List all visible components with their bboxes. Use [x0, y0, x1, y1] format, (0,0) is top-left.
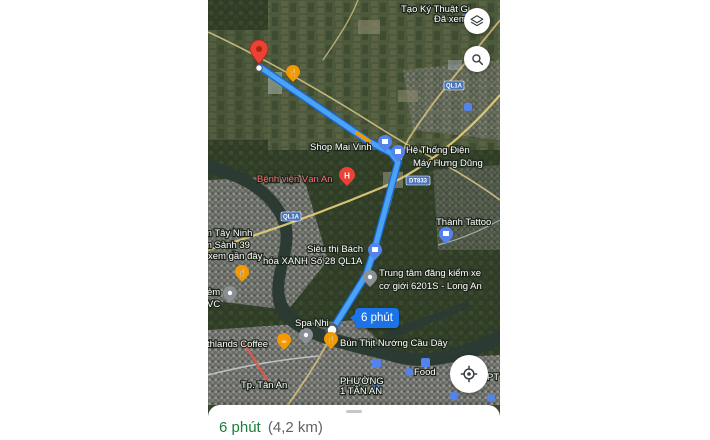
label-sieu-thi-bach-2: hóa XANH Số 28 QL1A	[263, 256, 363, 267]
my-location-icon	[460, 365, 478, 383]
shop-marker-icon[interactable]	[372, 359, 381, 368]
map-app-screen: QL1A DT833 QL1A 🍴 🍴 ☕ 🍴 H Tạo Ký Thuật G…	[208, 0, 500, 440]
label-phuong-2: 1 TÂN AN	[340, 386, 382, 397]
route-duration-callout[interactable]: 6 phút	[350, 308, 399, 328]
label-da-xem: Đã xem	[434, 14, 467, 25]
layers-icon	[470, 15, 484, 27]
label-em: ẻm	[208, 287, 220, 298]
label-food: Food	[414, 367, 436, 378]
label-thanh-tattoo: Thành Tattoo	[436, 217, 491, 228]
shop-marker-icon[interactable]	[487, 394, 495, 402]
svg-text:DT833: DT833	[409, 179, 428, 185]
search-button[interactable]	[464, 46, 490, 72]
label-sieu-thi-bach-1: Siêu thị Bách	[307, 244, 363, 255]
directions-bottom-sheet[interactable]: 6 phút (4,2 km)	[208, 405, 500, 440]
svg-text:H: H	[344, 172, 350, 181]
road-shield-ql1a-left: QL1A	[280, 211, 302, 222]
svg-text:QL1A: QL1A	[283, 215, 300, 221]
layers-button[interactable]	[464, 8, 490, 34]
label-sanh-39: m Sảnh 39	[208, 240, 250, 251]
svg-text:QL1A: QL1A	[446, 84, 463, 90]
road-shield-dt833: DT833	[405, 175, 431, 186]
label-shop-mai-vinh: Shop Mai Vinh	[310, 142, 372, 153]
label-trung-tam-dang-kiem-1: Trung tâm đăng kiểm xe	[379, 268, 481, 279]
label-spa-nhi: Spa Nhi	[295, 318, 329, 329]
label-thlands-coffee: thlands Coffee	[208, 339, 268, 350]
label-tay-ninh: m Tây Ninh	[208, 228, 252, 239]
search-icon	[471, 53, 483, 65]
label-tp-tan-an: Tp. Tân An	[241, 380, 287, 391]
my-location-button[interactable]	[450, 355, 488, 393]
trip-duration: 6 phút	[219, 419, 261, 436]
label-trung-tam-dang-kiem-2: cơ giới 6201S - Long An	[379, 281, 482, 292]
shop-marker-icon[interactable]	[405, 368, 413, 376]
road-shield-ql1a-top: QL1A	[443, 80, 465, 91]
satellite-map[interactable]: QL1A DT833 QL1A 🍴 🍴 ☕ 🍴 H Tạo Ký Thuật G…	[208, 0, 500, 405]
place-marker-icon[interactable]	[464, 103, 472, 111]
label-pt: PT	[487, 372, 499, 383]
svg-text:🍴: 🍴	[238, 268, 247, 277]
trip-summary: 6 phút (4,2 km)	[219, 419, 323, 436]
label-bun-thit-nuong: Bún Thịt Nướng Cầu Dây	[340, 338, 448, 349]
trip-distance: (4,2 km)	[267, 419, 323, 436]
label-he-thong-dien-2: Máy Hưng Dũng	[413, 158, 483, 169]
label-benh-vien-van-an: Bệnh viện Vạn An	[257, 174, 333, 185]
label-he-thong-dien-1: Hệ Thống Điện	[406, 145, 470, 156]
svg-text:🍴: 🍴	[327, 335, 336, 344]
shop-marker-icon[interactable]	[449, 391, 459, 401]
label-vc: VC	[208, 299, 220, 310]
shop-marker-icon[interactable]	[421, 358, 430, 367]
label-xem-gan-day: xem gần đây	[208, 251, 263, 262]
sheet-drag-handle[interactable]	[346, 410, 362, 413]
svg-text:☕: ☕	[281, 337, 287, 345]
svg-text:🍴: 🍴	[289, 68, 298, 77]
